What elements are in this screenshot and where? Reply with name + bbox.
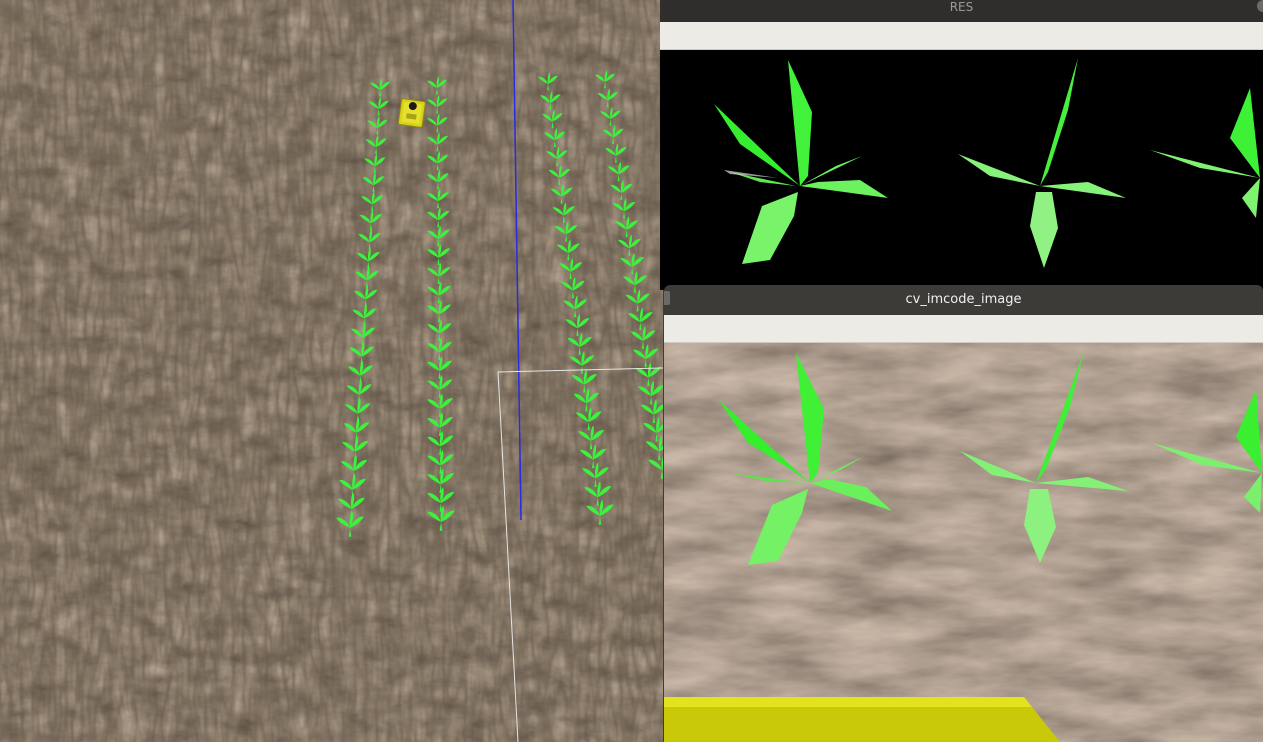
cv-window-toolbar: [664, 315, 1263, 343]
res-window-toolbar: [660, 22, 1263, 50]
cv-window-titlebar[interactable]: cv_imcode_image: [664, 285, 1263, 315]
res-window[interactable]: RES: [660, 0, 1263, 290]
res-image: [660, 50, 1263, 290]
cv-image-window[interactable]: cv_imcode_image: [664, 285, 1263, 742]
robot-body-highlight: [664, 697, 1032, 707]
ground-cracks: [0, 0, 663, 742]
cv-window-title: cv_imcode_image: [905, 292, 1022, 307]
close-icon[interactable]: [1257, 0, 1263, 12]
res-window-title: RES: [949, 0, 974, 14]
window-control-icon[interactable]: [664, 291, 670, 305]
robot-model[interactable]: [397, 98, 426, 128]
camera-image: [664, 343, 1263, 742]
res-window-titlebar[interactable]: RES: [660, 0, 1263, 22]
simulation-3d-view[interactable]: [0, 0, 663, 742]
